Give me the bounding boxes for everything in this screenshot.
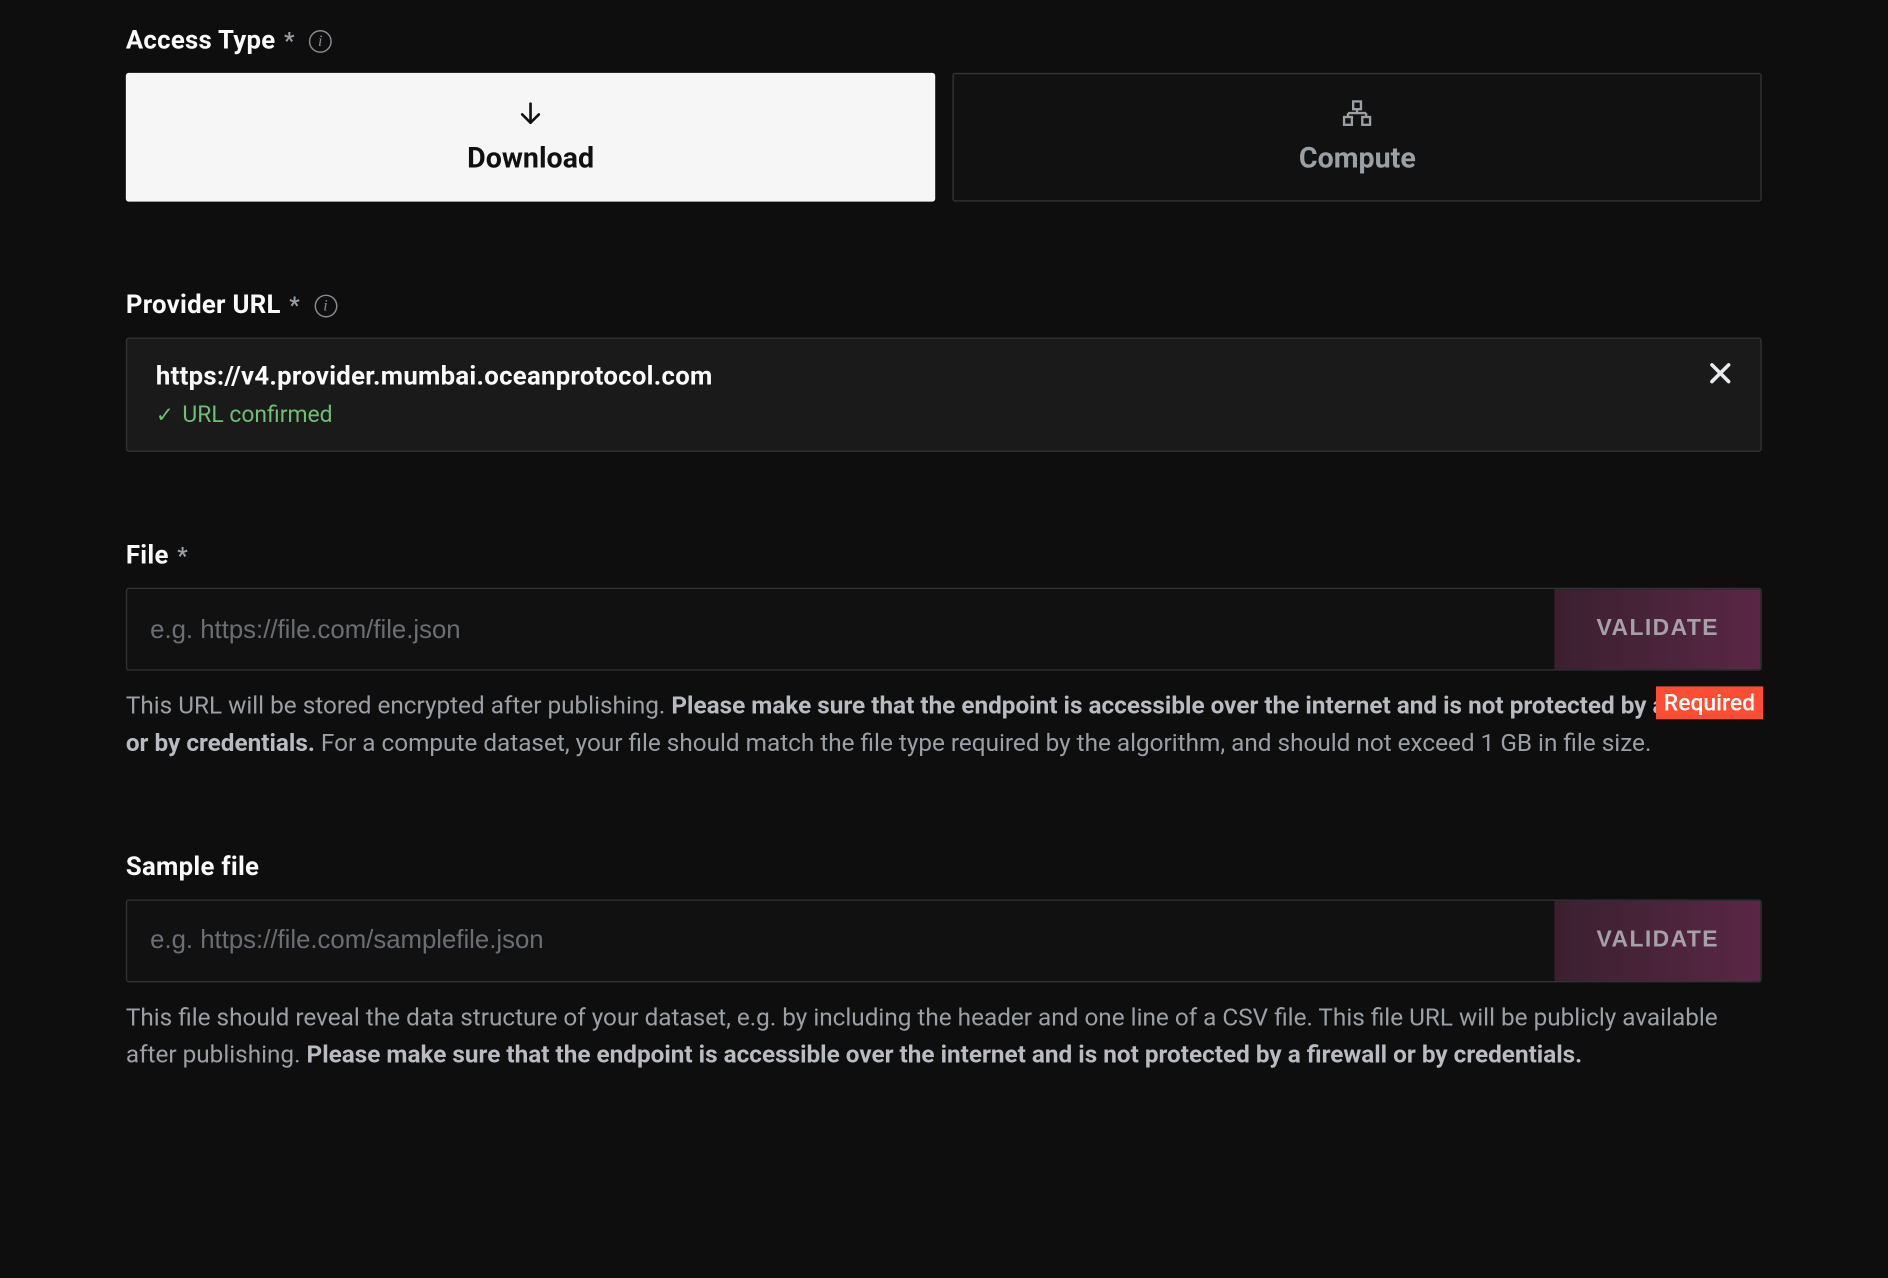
provider-url-label: Provider URL [126, 290, 281, 320]
access-type-section: Access Type * i Download [126, 26, 1762, 202]
file-help-text: This URL will be stored encrypted after … [126, 688, 1762, 763]
file-help-post: For a compute dataset, your file should … [315, 730, 1651, 759]
sample-file-section: Sample file VALIDATE This file should re… [126, 852, 1762, 1075]
access-type-buttons: Download Compute [126, 73, 1762, 202]
required-asterisk: * [177, 542, 187, 569]
access-type-label: Access Type [126, 26, 276, 56]
file-label-row: File * [126, 541, 1762, 571]
file-section: File * VALIDATE Required This URL will b… [126, 541, 1762, 764]
sample-url-input[interactable] [127, 900, 1555, 980]
file-help-pre: This URL will be stored encrypted after … [126, 692, 672, 721]
download-label: Download [467, 140, 594, 174]
compute-button[interactable]: Compute [953, 73, 1763, 202]
provider-url-label-row: Provider URL * i [126, 290, 1762, 320]
sample-help-text: This file should reveal the data structu… [126, 999, 1762, 1074]
sample-validate-button[interactable]: VALIDATE [1555, 900, 1761, 980]
url-confirmed-status: ✓ URL confirmed [156, 400, 1732, 427]
access-type-label-row: Access Type * i [126, 26, 1762, 56]
info-icon[interactable]: i [309, 29, 332, 52]
check-icon: ✓ [156, 401, 174, 427]
provider-url-box: https://v4.provider.mumbai.oceanprotocol… [126, 337, 1762, 451]
sample-file-label-row: Sample file [126, 852, 1762, 882]
file-url-input[interactable] [127, 589, 1555, 669]
close-icon[interactable] [1706, 359, 1737, 390]
download-icon [516, 100, 545, 129]
compute-icon [1342, 100, 1373, 129]
provider-url-section: Provider URL * i https://v4.provider.mum… [126, 290, 1762, 452]
required-asterisk: * [289, 292, 299, 319]
download-button[interactable]: Download [126, 73, 936, 202]
sample-input-row: VALIDATE [126, 899, 1762, 982]
compute-label: Compute [1299, 140, 1416, 174]
sample-file-label: Sample file [126, 852, 259, 882]
provider-url-value: https://v4.provider.mumbai.oceanprotocol… [156, 362, 1732, 392]
file-validate-button[interactable]: VALIDATE [1555, 589, 1761, 669]
url-confirmed-text: URL confirmed [182, 400, 332, 427]
required-badge: Required [1655, 686, 1763, 719]
file-label: File [126, 541, 169, 571]
sample-help-bold: Please make sure that the endpoint is ac… [307, 1041, 1583, 1070]
file-input-row: VALIDATE [126, 588, 1762, 671]
info-icon[interactable]: i [314, 294, 337, 317]
required-asterisk: * [284, 27, 294, 54]
